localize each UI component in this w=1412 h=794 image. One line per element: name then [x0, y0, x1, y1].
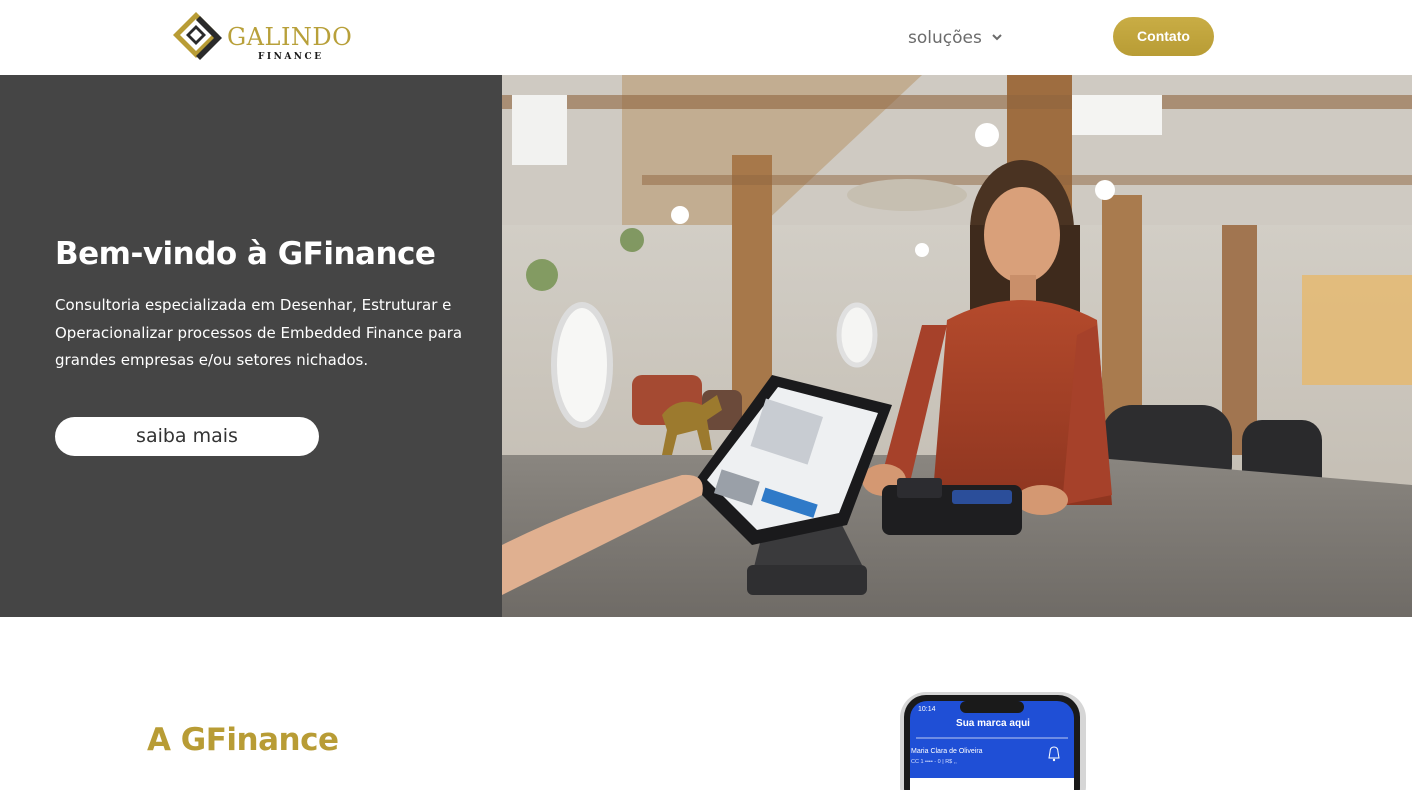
hero-description: Consultoria especializada em Desenhar, E… — [55, 296, 463, 369]
phone-account-line: CC 1 •••• - 0 | R$ ,, — [911, 759, 957, 765]
saiba-mais-button[interactable]: saiba mais — [55, 417, 319, 456]
phone-app-title: Sua marca aqui — [956, 718, 1030, 729]
logo-subtitle: FINANCE — [258, 52, 324, 62]
diamond-logo-icon — [173, 12, 222, 60]
nav-solucoes-label: soluções — [908, 28, 982, 48]
contato-button[interactable]: Contato — [1113, 17, 1214, 56]
phone-time: 10:14 — [918, 706, 936, 713]
phone-user-name: Maria Clara de Oliveira — [911, 748, 983, 755]
nav-solucoes[interactable]: soluções — [908, 24, 1002, 50]
logo[interactable]: GALINDO FINANCE — [172, 10, 352, 65]
logo-wordmark: GALINDO — [227, 23, 353, 51]
about-title: A GFinance — [147, 722, 339, 758]
chevron-down-icon — [992, 24, 1002, 48]
phone-mockup: 10:14 Sua marca aqui Maria Clara de Oliv… — [898, 690, 1088, 794]
hero-title: Bem-vindo à GFinance — [55, 236, 436, 272]
hero-image — [502, 75, 1412, 617]
site-header: GALINDO FINANCE soluções Contato — [0, 0, 1412, 75]
